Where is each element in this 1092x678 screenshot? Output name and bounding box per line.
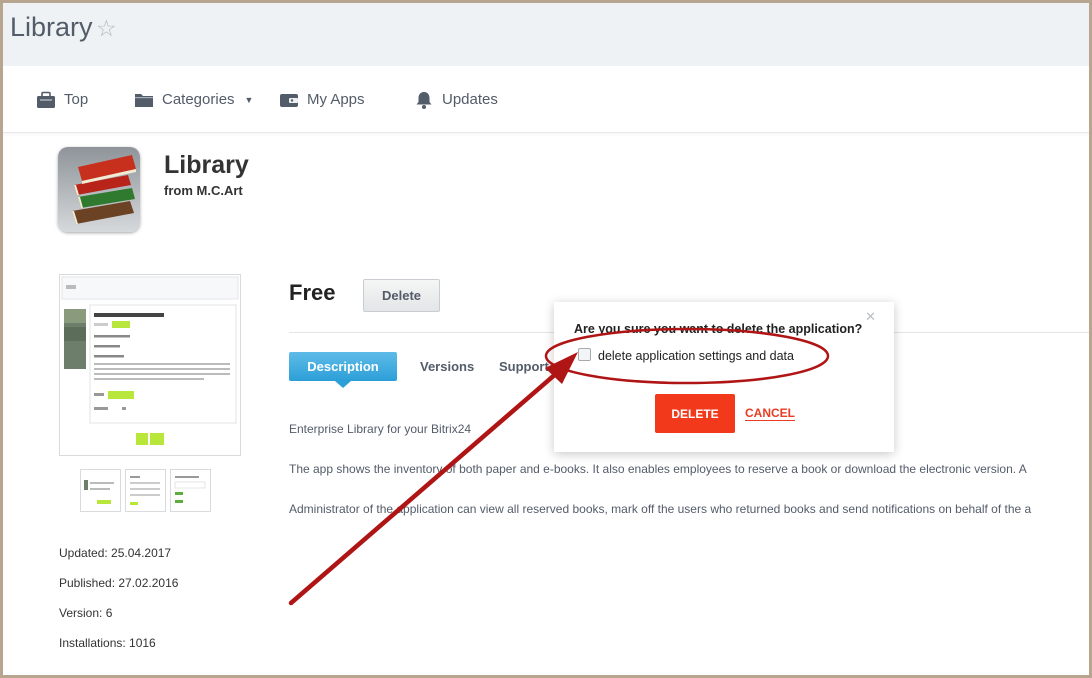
price-label: Free (289, 280, 336, 305)
app-name: Library (164, 151, 249, 179)
close-icon[interactable]: ✕ (865, 309, 876, 325)
app-screenshot-thumb[interactable] (170, 469, 211, 512)
star-icon[interactable]: ☆ (96, 15, 117, 42)
tab-versions[interactable]: Versions (420, 352, 474, 381)
screenshot-preview (61, 276, 239, 453)
nav-label-my-apps: My Apps (307, 91, 365, 108)
tab-support[interactable]: Support (499, 352, 549, 381)
app-screenshot-main[interactable] (59, 274, 241, 456)
page-header: Library ☆ (3, 3, 1089, 66)
description-line: The app shows the inventory of both pape… (289, 462, 1027, 476)
nav-label-top: Top (64, 91, 89, 108)
wallet-icon (280, 93, 298, 107)
meta-published: Published: 27.02.2016 (59, 576, 179, 590)
app-screenshot-thumb[interactable] (80, 469, 121, 512)
nav-label-updates: Updates (442, 91, 498, 108)
description-line: Enterprise Library for your Bitrix24 (289, 422, 472, 436)
confirm-delete-button[interactable]: DELETE (655, 394, 735, 433)
books-icon (58, 147, 140, 232)
bell-icon (416, 91, 432, 109)
nav-item-my-apps[interactable]: My Apps (279, 66, 365, 133)
chevron-down-icon: ▼ (244, 94, 254, 105)
delete-settings-checkbox-label[interactable]: delete application settings and data (598, 349, 794, 363)
thumb-preview (174, 476, 206, 503)
description-line: Administrator of the application can vie… (289, 502, 1032, 516)
nav-item-categories[interactable]: Categories ▼ (134, 66, 253, 133)
page-title: Library (10, 12, 93, 42)
app-author: from M.C.Art (164, 183, 243, 198)
thumb-preview (130, 476, 160, 505)
delete-settings-checkbox[interactable] (578, 348, 591, 361)
briefcase-icon (37, 91, 55, 108)
delete-app-button[interactable]: Delete (363, 279, 440, 312)
meta-version: Version: 6 (59, 606, 113, 620)
top-nav: Top Categories ▼ My Apps Updates (3, 66, 1089, 133)
meta-installations: Installations: 1016 (59, 636, 156, 650)
tab-description[interactable]: Description (289, 352, 397, 388)
dialog-question: Are you sure you want to delete the appl… (574, 322, 863, 336)
annotation-arrow (288, 369, 561, 606)
nav-item-updates[interactable]: Updates (414, 66, 498, 133)
folder-icon (135, 93, 153, 107)
cancel-button[interactable]: CANCEL (745, 406, 795, 421)
thumb-preview (84, 480, 114, 504)
delete-confirm-dialog: ✕ Are you sure you want to delete the ap… (554, 302, 894, 452)
nav-label-categories: Categories (162, 91, 235, 108)
app-screenshot-thumb[interactable] (125, 469, 166, 512)
nav-item-top[interactable]: Top (36, 66, 88, 133)
meta-updated: Updated: 25.04.2017 (59, 546, 172, 560)
app-icon (58, 147, 140, 232)
